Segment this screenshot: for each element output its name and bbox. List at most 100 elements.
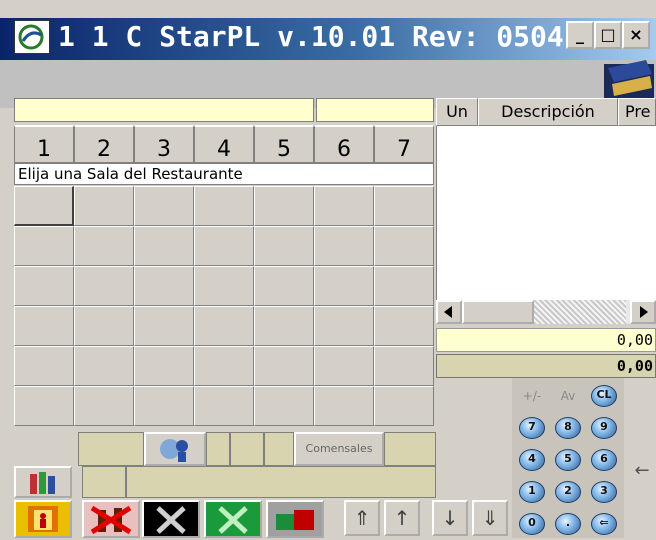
page-top-button[interactable]: ⇑ (344, 500, 380, 536)
table-cell[interactable] (14, 346, 74, 386)
keypad-button[interactable]: 0 (516, 510, 548, 538)
tab-6[interactable]: 6 (314, 125, 374, 163)
table-cell[interactable] (74, 226, 134, 266)
table-cell[interactable] (194, 306, 254, 346)
keypad-button[interactable]: CL (588, 382, 620, 410)
table-cell[interactable] (14, 306, 74, 346)
table-cell[interactable] (314, 186, 374, 226)
keypad-button[interactable]: 3 (588, 478, 620, 506)
keypad-button[interactable]: 8 (552, 414, 584, 442)
table-cell[interactable] (374, 266, 434, 306)
page-bottom-button[interactable]: ⇓ (472, 500, 508, 536)
table-cell[interactable] (254, 186, 314, 226)
table-cell[interactable] (134, 186, 194, 226)
tab-2[interactable]: 2 (74, 125, 134, 163)
scroll-left-button[interactable] (436, 300, 462, 324)
table-cell[interactable] (74, 306, 134, 346)
keypad-button[interactable]: 1 (516, 478, 548, 506)
table-cell[interactable] (194, 346, 254, 386)
table-cell[interactable] (254, 226, 314, 266)
keypad-button[interactable]: 5 (552, 446, 584, 474)
people-button[interactable] (14, 466, 72, 498)
keypad-button[interactable]: Av (552, 382, 584, 410)
table-cell[interactable] (314, 226, 374, 266)
table-cell[interactable] (74, 386, 134, 426)
prohibited-people-icon (90, 505, 132, 535)
app-icon[interactable] (14, 20, 50, 54)
keypad-button[interactable]: ⇐ (588, 510, 620, 538)
keypad-button[interactable]: . (552, 510, 584, 538)
keypad-button[interactable]: 2 (552, 478, 584, 506)
tab-7[interactable]: 7 (374, 125, 434, 163)
table-cell[interactable] (134, 386, 194, 426)
tab-3[interactable]: 3 (134, 125, 194, 163)
table-cell[interactable] (374, 226, 434, 266)
table-cell[interactable] (314, 266, 374, 306)
table-cell[interactable] (374, 186, 434, 226)
scroll-thumb[interactable] (462, 300, 534, 324)
order-list[interactable] (436, 126, 656, 300)
keypad-button[interactable]: 9 (588, 414, 620, 442)
transfer-button[interactable] (144, 432, 206, 466)
table-cell[interactable] (194, 266, 254, 306)
tab-4[interactable]: 4 (194, 125, 254, 163)
entry-field-left[interactable] (14, 98, 314, 122)
triangle-left-icon (444, 306, 452, 318)
keypad-button[interactable]: 6 (588, 446, 620, 474)
scroll-right-button[interactable] (630, 300, 656, 324)
comensales-button[interactable]: Comensales (294, 432, 384, 466)
keypad-button[interactable]: 4 (516, 446, 548, 474)
minimize-button[interactable]: _ (566, 21, 594, 49)
info-cell-1 (78, 432, 144, 466)
horizontal-scrollbar[interactable] (436, 300, 656, 324)
table-cell[interactable] (134, 226, 194, 266)
table-cell[interactable] (14, 226, 74, 266)
table-cell[interactable] (134, 266, 194, 306)
minimize-icon: _ (576, 25, 584, 44)
exit-button[interactable] (14, 500, 72, 538)
tab-5[interactable]: 5 (254, 125, 314, 163)
table-cell[interactable] (194, 386, 254, 426)
table-cell[interactable] (254, 266, 314, 306)
keypad-button[interactable]: +/- (516, 382, 548, 410)
scroll-track[interactable] (534, 300, 626, 324)
maximize-icon: □ (600, 25, 616, 44)
column-header-descripcion[interactable]: Descripción (478, 98, 618, 126)
book-logo-icon[interactable] (602, 58, 656, 102)
no-people-button[interactable] (82, 500, 140, 538)
back-arrow-icon[interactable]: ← (628, 460, 656, 484)
table-cell[interactable] (194, 226, 254, 266)
table-cell[interactable] (134, 306, 194, 346)
table-cell[interactable] (74, 186, 134, 226)
column-header-un[interactable]: Un (436, 98, 478, 126)
table-cell[interactable] (254, 306, 314, 346)
table-cell[interactable] (74, 266, 134, 306)
entry-field-right[interactable] (316, 98, 434, 122)
table-cell[interactable] (314, 386, 374, 426)
page-up-button[interactable]: ↑ (384, 500, 420, 536)
keypad-key-label: 7 (519, 417, 545, 439)
table-cell[interactable] (314, 306, 374, 346)
tab-1[interactable]: 1 (14, 125, 74, 163)
table-cell[interactable] (14, 186, 74, 226)
table-cell[interactable] (254, 386, 314, 426)
table-cell[interactable] (194, 186, 254, 226)
page-down-button[interactable]: ↓ (432, 500, 468, 536)
column-header-precio[interactable]: Pre (618, 98, 656, 126)
table-cell[interactable] (134, 346, 194, 386)
exit-door-icon (28, 506, 58, 532)
tools-button[interactable] (142, 500, 200, 538)
table-cell[interactable] (254, 346, 314, 386)
cash-button[interactable] (266, 500, 324, 538)
table-cell[interactable] (374, 386, 434, 426)
table-cell[interactable] (74, 346, 134, 386)
keypad-button[interactable]: 7 (516, 414, 548, 442)
close-button[interactable]: × (622, 21, 650, 49)
table-cell[interactable] (14, 386, 74, 426)
table-cell[interactable] (314, 346, 374, 386)
maximize-button[interactable]: □ (594, 21, 622, 49)
table-cell[interactable] (374, 306, 434, 346)
table-cell[interactable] (14, 266, 74, 306)
tools-green-button[interactable] (204, 500, 262, 538)
table-cell[interactable] (374, 346, 434, 386)
